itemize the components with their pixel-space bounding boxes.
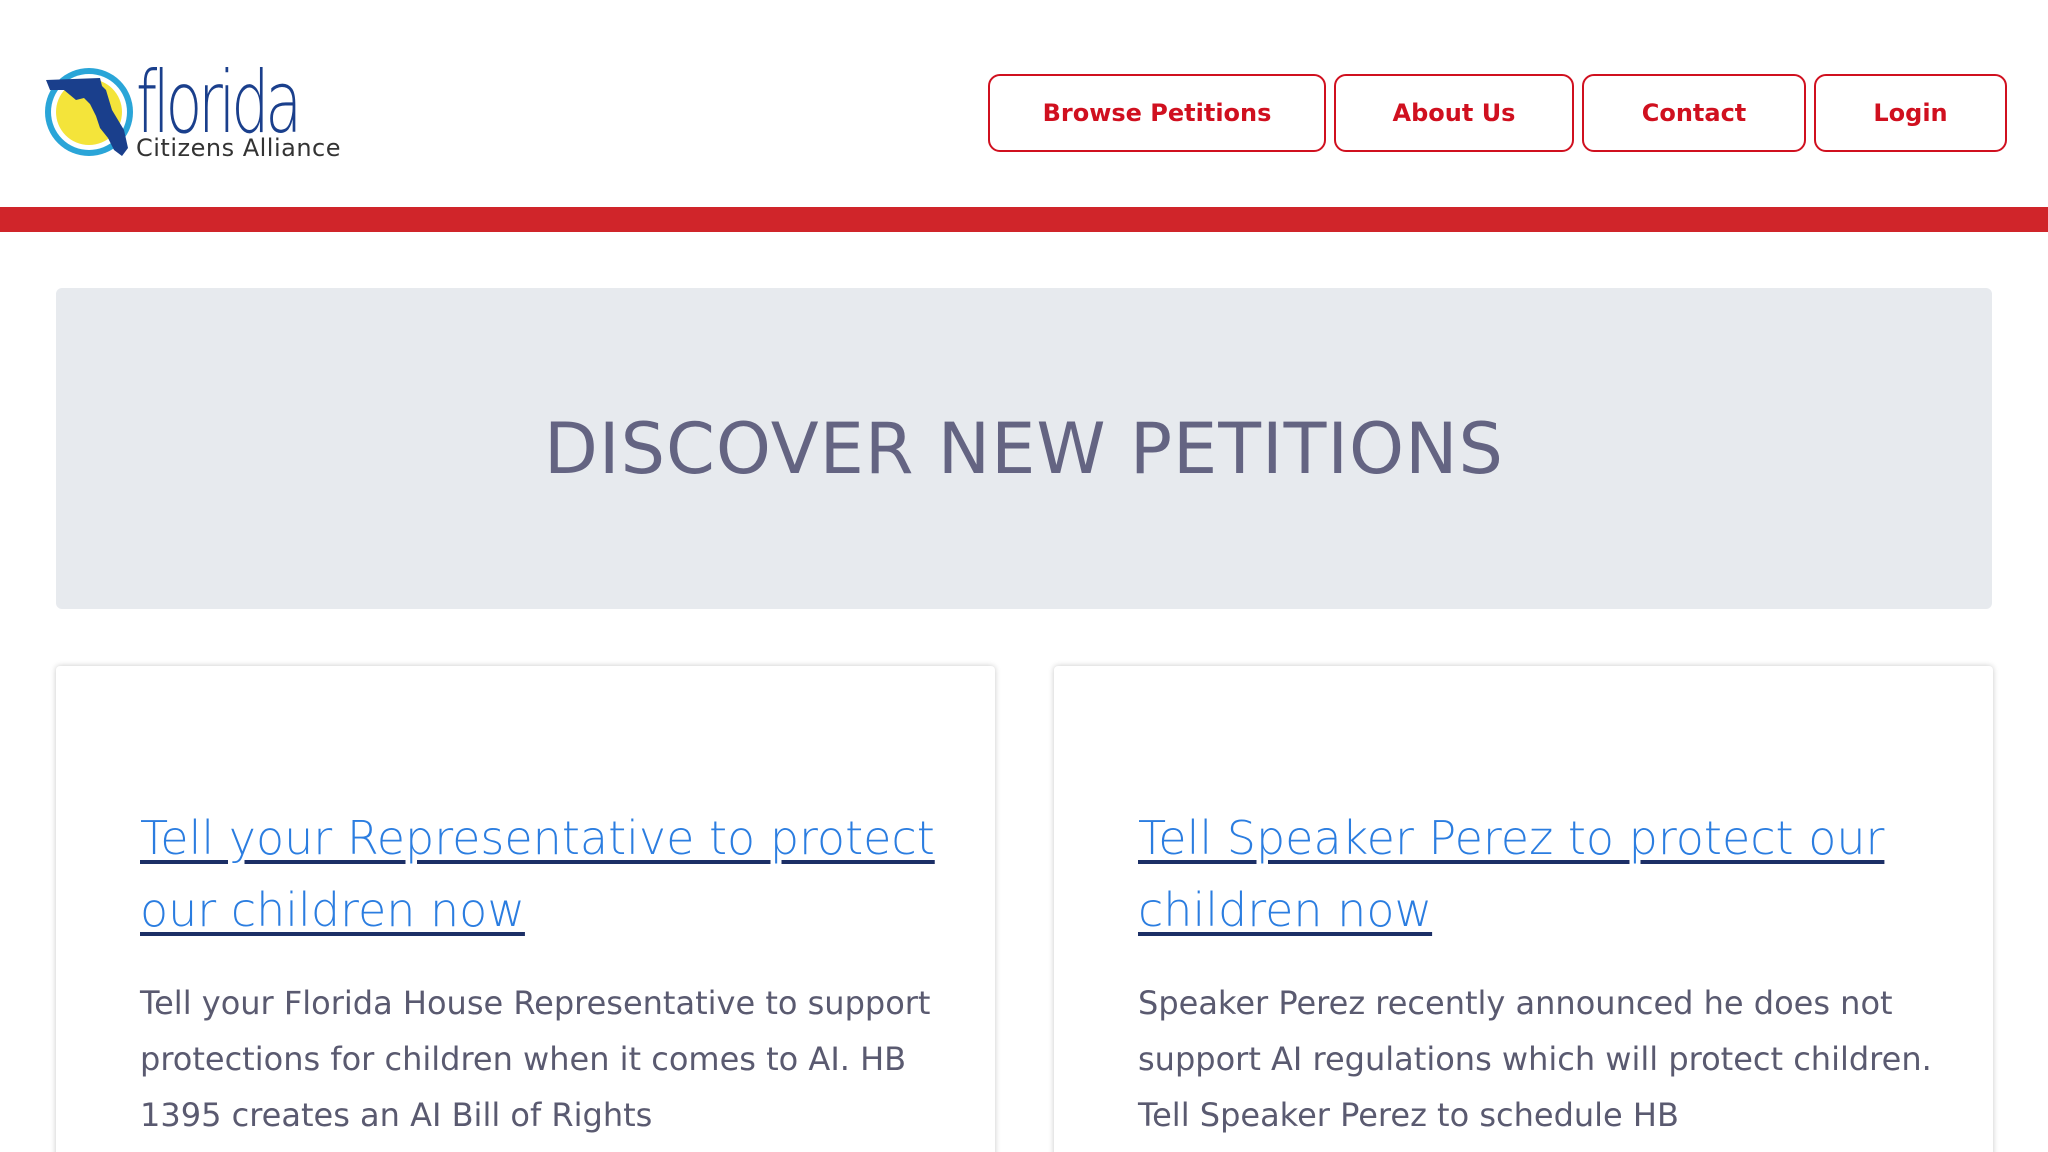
petition-title-link[interactable]: Tell your Representative to protect our … [140, 802, 960, 946]
petition-description: Tell your Florida House Representative t… [140, 984, 931, 1134]
site-header: florida Citizens Alliance Browse Petitio… [0, 0, 2048, 207]
browse-petitions-button[interactable]: Browse Petitions [988, 74, 1326, 152]
florida-sun-logo-icon [45, 68, 133, 156]
florida-citizens-alliance-logo[interactable]: florida Citizens Alliance [44, 60, 364, 170]
header-divider-bar [0, 207, 2048, 232]
about-us-button[interactable]: About Us [1334, 74, 1574, 152]
petition-description: Speaker Perez recently announced he does… [1138, 984, 1932, 1134]
petition-card: Tell your Representative to protect our … [56, 666, 995, 1152]
petition-title-link[interactable]: Tell Speaker Perez to protect our childr… [1138, 802, 1958, 946]
login-button[interactable]: Login [1814, 74, 2007, 152]
hero-banner: DISCOVER NEW PETITIONS [56, 288, 1992, 609]
petition-card: Tell Speaker Perez to protect our childr… [1054, 666, 1993, 1152]
page-title: DISCOVER NEW PETITIONS [544, 407, 1504, 490]
main-nav: Browse Petitions About Us Contact Login [988, 74, 2007, 152]
logo-subtitle: Citizens Alliance [136, 134, 342, 162]
contact-button[interactable]: Contact [1582, 74, 1806, 152]
